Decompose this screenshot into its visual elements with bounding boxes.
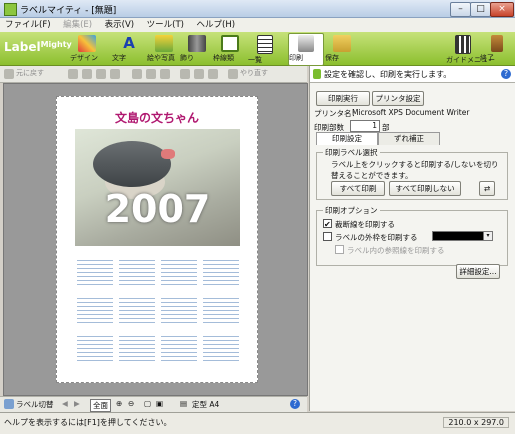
- print-settings-panel: 設定を確認し、印刷を実行します。 ? 印刷実行 プリンタ設定 プリンタ名： Mi…: [309, 66, 515, 411]
- list-icon: [257, 35, 273, 54]
- ribbon-design-button[interactable]: デザイン: [70, 34, 104, 64]
- ribbon-exit-button[interactable]: 終了: [480, 34, 514, 64]
- menu-help[interactable]: ヘルプ(H): [192, 18, 241, 32]
- minimize-button[interactable]: –: [450, 2, 471, 17]
- paper-size-readout: 210.0 x 297.0: [443, 417, 509, 428]
- menu-view[interactable]: 表示(V): [100, 18, 139, 32]
- delete-icon[interactable]: [110, 69, 120, 79]
- print-label-select-section: 印刷ラベル選択 ラベル上をクリックすると印刷する/しないを切り替えることができま…: [316, 147, 508, 200]
- ribbon-text-button[interactable]: A 文字: [112, 34, 146, 64]
- menu-file[interactable]: ファイル(F): [0, 18, 56, 32]
- undo-label: 元に戻す: [16, 69, 44, 77]
- main-ribbon: LabelMighty デザイン A 文字 絵や写真 飾り 枠線類 一覧 印刷 保…: [0, 32, 515, 66]
- label-switch-button[interactable]: ラベル切替: [16, 399, 54, 410]
- app-logo: LabelMighty: [4, 40, 72, 54]
- flip-icon[interactable]: [208, 69, 218, 79]
- printer-icon: [298, 35, 314, 52]
- decor-icon: [188, 35, 206, 52]
- info-icon: [313, 69, 321, 79]
- front-icon[interactable]: [132, 69, 142, 79]
- panel-help-icon[interactable]: ?: [501, 69, 511, 79]
- label-preview-area[interactable]: 文島の文ちゃん 2007: [3, 83, 308, 396]
- printer-settings-button[interactable]: プリンタ設定: [372, 91, 424, 106]
- tab-print-settings[interactable]: 印刷設定: [316, 132, 378, 145]
- ribbon-print-button[interactable]: 印刷: [288, 33, 324, 66]
- ribbon-list-button[interactable]: 一覧: [248, 34, 282, 64]
- next-arrow-icon[interactable]: ▶: [74, 399, 80, 408]
- ribbon-frame-button[interactable]: 枠線類: [213, 34, 247, 64]
- maximize-button[interactable]: □: [470, 2, 491, 17]
- menu-edit[interactable]: 編集(E): [58, 18, 97, 32]
- ribbon-decor-button[interactable]: 飾り: [180, 34, 214, 64]
- redo-icon[interactable]: [228, 69, 238, 79]
- zoom-out-icon[interactable]: ⊖: [128, 399, 134, 408]
- ref-line-checkbox[interactable]: [335, 245, 344, 254]
- edit-toolbar: 元に戻す やり直す: [0, 66, 307, 83]
- cut-icon[interactable]: [68, 69, 78, 79]
- frame-icon: [221, 35, 239, 52]
- status-message: ヘルプを表示するには[F1]を押してください。: [4, 418, 172, 427]
- color-dropdown-icon[interactable]: ▾: [483, 231, 493, 241]
- close-button[interactable]: ×: [490, 2, 514, 17]
- paper-size-label: 定型 A4: [192, 400, 220, 409]
- exit-door-icon: [491, 35, 503, 52]
- copy-icon[interactable]: [82, 69, 92, 79]
- panel-header: 設定を確認し、印刷を実行します。 ?: [310, 66, 515, 83]
- ribbon-save-button[interactable]: 保存: [325, 34, 359, 64]
- ribbon-image-button[interactable]: 絵や写真: [147, 34, 181, 64]
- title-bar: ラベルマイティ - [無題] – □ ×: [0, 0, 515, 18]
- help-icon[interactable]: ?: [290, 399, 300, 409]
- save-icon: [333, 35, 351, 52]
- preview-toolbar: ラベル切替 ◀ ▶ 全面 ⊕ ⊖ ▢ ▣ ▤ 定型 A4 ?: [0, 396, 307, 412]
- outline-checkbox[interactable]: [323, 232, 332, 241]
- image-icon: [155, 35, 173, 52]
- back-icon[interactable]: [146, 69, 156, 79]
- menu-bar: ファイル(F) 編集(E) 表示(V) ツール(T) ヘルプ(H): [0, 18, 515, 32]
- cut-line-label: 裁断線を印刷する: [335, 220, 395, 229]
- print-options-section: 印刷オプション ✔ 裁断線を印刷する ラベルの外枠を印刷する ▾ ラベル内の参照…: [316, 205, 508, 266]
- print-all-button[interactable]: すべて印刷: [331, 181, 385, 196]
- label-title-text: 文島の文ちゃん: [114, 111, 199, 125]
- select-hint-text: ラベル上をクリックすると印刷する/しないを切り替えることができます。: [331, 160, 499, 180]
- paper-icon: ▤: [180, 399, 188, 408]
- label-photo: 2007: [75, 129, 240, 246]
- print-execute-button[interactable]: 印刷実行: [316, 91, 370, 106]
- rotate-icon[interactable]: [194, 69, 204, 79]
- grid-icon: [455, 35, 471, 54]
- app-icon: [4, 3, 17, 16]
- printer-name-value: Microsoft XPS Document Writer: [352, 108, 470, 117]
- status-bar: ヘルプを表示するには[F1]を押してください。 210.0 x 297.0: [0, 412, 515, 434]
- text-icon: A: [123, 34, 135, 52]
- year-text: 2007: [104, 187, 211, 231]
- align-icon[interactable]: [180, 69, 190, 79]
- page-view-icon[interactable]: ▢: [144, 399, 151, 408]
- zoom-fit-button[interactable]: 全面: [90, 399, 111, 412]
- ribbon-guide-button[interactable]: ガイドメニュー: [446, 34, 495, 64]
- paste-icon[interactable]: [96, 69, 106, 79]
- zoom-in-icon[interactable]: ⊕: [116, 399, 122, 408]
- menu-tools[interactable]: ツール(T): [142, 18, 189, 32]
- undo-icon[interactable]: [4, 69, 14, 79]
- outline-color-swatch[interactable]: [432, 231, 484, 241]
- window-title: ラベルマイティ - [無題]: [20, 6, 117, 16]
- prev-arrow-icon[interactable]: ◀: [62, 399, 68, 408]
- label-page[interactable]: 文島の文ちゃん 2007: [56, 96, 258, 383]
- cut-line-checkbox[interactable]: ✔: [323, 219, 332, 229]
- select-icon-button[interactable]: ⇄: [479, 181, 495, 196]
- detail-settings-button[interactable]: 詳細設定...: [456, 264, 500, 279]
- outline-label: ラベルの外枠を印刷する: [335, 233, 418, 242]
- copies-input[interactable]: 1: [350, 120, 380, 132]
- ref-line-label: ラベル内の参照線を印刷する: [347, 246, 445, 255]
- print-none-button[interactable]: すべて印刷しない: [389, 181, 461, 196]
- design-icon: [78, 35, 96, 52]
- bird-image: [93, 141, 171, 187]
- group-icon[interactable]: [160, 69, 170, 79]
- label-list-icon: [4, 399, 14, 409]
- page-view2-icon[interactable]: ▣: [156, 399, 163, 408]
- tab-offset-correction[interactable]: ずれ補正: [378, 132, 440, 145]
- redo-label: やり直す: [240, 69, 268, 77]
